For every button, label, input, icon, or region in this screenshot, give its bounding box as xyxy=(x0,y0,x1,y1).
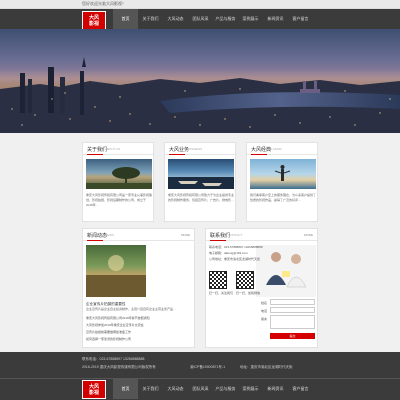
classic-image[interactable] xyxy=(250,159,316,189)
form-message-label: 留言 xyxy=(261,317,268,321)
business-title: 大风业务 xyxy=(169,147,190,153)
news-image[interactable] xyxy=(86,245,146,297)
bottom-nav-item-team[interactable]: 团队风采 xyxy=(188,379,213,399)
bottom-logo-line-2: 影视 xyxy=(88,389,99,396)
form-phone-input[interactable] xyxy=(270,307,315,313)
contact-subtitle: CONTACT xyxy=(228,233,243,237)
bottom-nav-item-cases[interactable]: 案例展示 xyxy=(238,379,263,399)
news-headline-text: 企业宣传片是企业自主投资制作，主观介绍自有企业主营业务产品... xyxy=(86,307,176,311)
business-section: 大风业务 BUSINESS 重庆大风影视传媒有限公司致力于为企业提供专业的影视制… xyxy=(164,142,236,222)
about-section: 关于我们 ABOUT US 重庆大风影视传媒有限公司是一家专业从事影视策划、影视… xyxy=(82,142,154,222)
contact-title: 联系我们 xyxy=(210,233,231,239)
bottom-logo[interactable]: 大风 影视 xyxy=(82,380,106,399)
classic-section: 大风经典 CLASSIC 我们秉承客户至上的服务理念，为众多客户提供了优质的影视… xyxy=(246,142,318,222)
form-name-label: 姓名 xyxy=(261,301,268,305)
person-beach-image xyxy=(274,165,291,181)
news-subtitle: NEWS xyxy=(105,233,114,237)
contact-image xyxy=(256,245,316,297)
about-header: 关于我们 ABOUT US xyxy=(83,143,153,155)
news-item[interactable]: 如何选择一家靠谱的影视制作公司 xyxy=(86,337,194,341)
logo-line-2: 影视 xyxy=(88,20,99,27)
news-item[interactable]: 大风影视参加2019年重庆企业宣传片交流会 xyxy=(86,323,194,327)
bottom-nav-item-home[interactable]: 首页 xyxy=(113,379,138,399)
about-subtitle: ABOUT US xyxy=(105,147,121,151)
business-header: 大风业务 BUSINESS xyxy=(165,143,235,155)
business-subtitle: BUSINESS xyxy=(187,147,203,151)
field-image xyxy=(86,255,146,297)
classic-text: 我们秉承客户至上的服务理念，为众多客户提供了优质的影视作品，赢得了广泛的好评..… xyxy=(250,193,316,202)
news-more-link[interactable]: MORE xyxy=(181,233,190,237)
main-nav: 首页 关于我们 大风动态 团队风采 产品与服务 案例展示 新闻资讯 客户留言 xyxy=(113,9,313,29)
qr-code-1-label: 扫一扫，关注我们 xyxy=(209,291,234,295)
footer-phone: 联系电话：023-67888897 13266888888 xyxy=(82,357,145,361)
bottom-nav-item-news[interactable]: 新闻资讯 xyxy=(263,379,288,399)
nav-item-cases[interactable]: 案例展示 xyxy=(238,9,263,29)
contact-phone: 联系电话：023-67888897 13266888888 xyxy=(209,245,263,249)
nav-item-team[interactable]: 团队风采 xyxy=(188,9,213,29)
header: 大风 影视 首页 关于我们 大风动态 团队风采 产品与服务 案例展示 新闻资讯 … xyxy=(0,9,400,30)
submit-button[interactable]: 提交 xyxy=(270,333,315,339)
business-text: 重庆大风影视传媒有限公司致力于为企业提供专业的影视制作服务，包括宣传片、广告片、… xyxy=(168,193,234,202)
about-title: 关于我们 xyxy=(87,147,108,153)
news-title: 新闻动态 xyxy=(87,233,108,239)
qr-code-1 xyxy=(209,271,227,289)
contact-section: 联系我们 CONTACT MORE 联系电话：023-67888897 1326… xyxy=(205,228,318,348)
about-text: 重庆大风影视传媒有限公司是一家专业从事影视策划、影视拍摄、影视后期制作的公司，成… xyxy=(86,193,152,207)
nav-item-products[interactable]: 产品与服务 xyxy=(213,9,238,29)
footer-address: 地址：重庆市渝北区龙湖时代天街 xyxy=(240,365,293,369)
classic-title: 大风经典 xyxy=(251,147,272,153)
news-item[interactable]: 宣传片拍摄前需要做哪些准备工作 xyxy=(86,330,194,334)
bottom-nav-item-products[interactable]: 产品与服务 xyxy=(213,379,238,399)
news-item[interactable]: 重庆大风影视传媒有限公司2019年春节放假通知 xyxy=(86,316,194,320)
news-section: 新闻动态 NEWS MORE 企业宣传片拍摄的重要性 企业宣传片是企业自主投资制… xyxy=(82,228,195,348)
form-message-input[interactable] xyxy=(270,315,315,329)
classic-subtitle: CLASSIC xyxy=(269,147,282,151)
footer-copyright: 2016-2019 重庆大风影视传媒有限公司版权所有 xyxy=(82,365,156,369)
nav-item-guestbook[interactable]: 客户留言 xyxy=(288,9,313,29)
bottom-nav: 首页 关于我们 大风动态 团队风采 产品与服务 案例展示 新闻资讯 客户留言 xyxy=(113,379,313,399)
logo[interactable]: 大风 影视 xyxy=(82,11,106,30)
business-image[interactable] xyxy=(168,159,234,189)
footer-icp: 渝ICP备19000871号-1 xyxy=(190,365,226,369)
tree-landscape-image xyxy=(86,167,152,189)
bottom-nav-item-guestbook[interactable]: 客户留言 xyxy=(288,379,313,399)
contact-address: 公司地址：重庆市渝北区龙湖时代天街 xyxy=(209,257,261,261)
bottom-nav-item-dynamics[interactable]: 大风动态 xyxy=(163,379,188,399)
form-name-input[interactable] xyxy=(270,299,315,305)
city-skyline-image xyxy=(0,57,400,133)
classic-header: 大风经典 CLASSIC xyxy=(247,143,317,155)
boats-image xyxy=(168,177,234,189)
bottom-nav-item-about[interactable]: 关于我们 xyxy=(138,379,163,399)
contact-email: 电子邮箱：dafeng@163.com xyxy=(209,251,248,255)
top-bar: 您好欢迎光临大风影视！ xyxy=(0,0,400,9)
nav-item-home[interactable]: 首页 xyxy=(113,9,138,29)
qr-code-2 xyxy=(236,271,254,289)
contact-more-link[interactable]: MORE xyxy=(304,233,313,237)
nav-item-dynamics[interactable]: 大风动态 xyxy=(163,9,188,29)
form-phone-label: 电话 xyxy=(261,309,268,313)
about-image[interactable] xyxy=(86,159,152,189)
news-header: 新闻动态 NEWS MORE xyxy=(83,229,194,241)
page: 您好欢迎光临大风影视！ 大风 影视 首页 关于我们 大风动态 团队风采 产品与服… xyxy=(0,0,400,400)
contact-header: 联系我们 CONTACT MORE xyxy=(206,229,317,241)
qr-code-2-label: 扫一扫，加我微信 xyxy=(236,291,261,295)
bottom-nav-bar: 大风 影视 首页 关于我们 大风动态 团队风采 产品与服务 案例展示 新闻资讯 … xyxy=(0,378,400,400)
welcome-text: 您好欢迎光临大风影视！ xyxy=(82,1,126,6)
nav-item-news[interactable]: 新闻资讯 xyxy=(263,9,288,29)
nav-item-about[interactable]: 关于我们 xyxy=(138,9,163,29)
hero-banner xyxy=(0,29,400,133)
business-people-image xyxy=(266,252,307,288)
